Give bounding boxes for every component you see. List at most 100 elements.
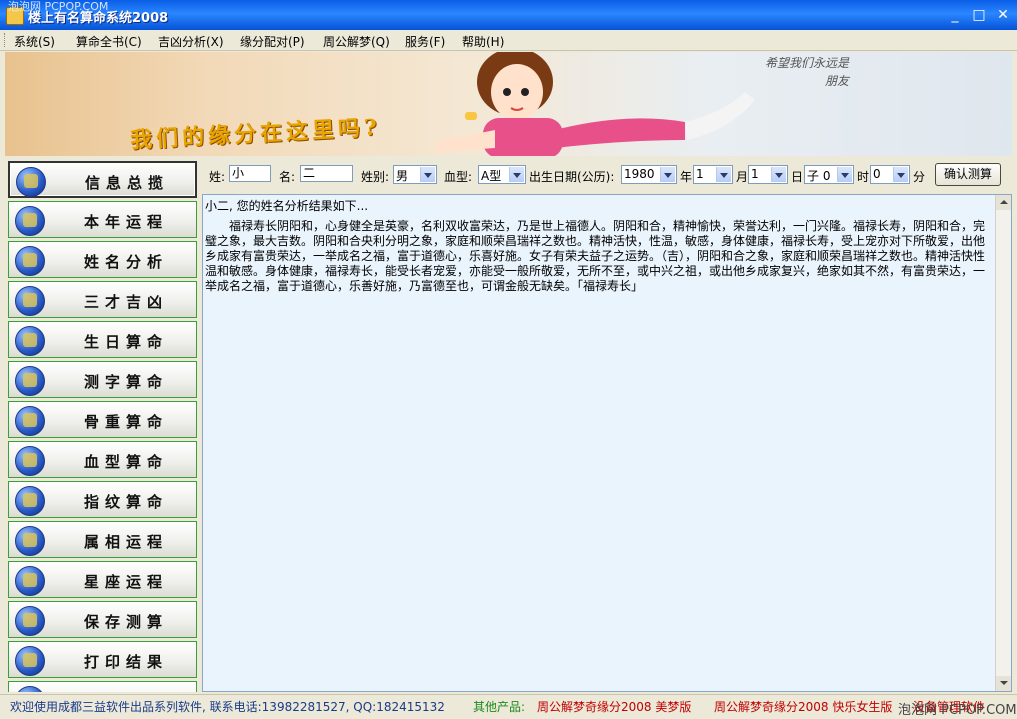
banner-line2: 朋友	[825, 74, 850, 88]
banner-line1: 希望我们永远是	[765, 56, 850, 70]
input-form: 姓: 小 名: 二 姓别: 男 血型: A型 出生日期(公历): 1980 年 …	[203, 160, 1012, 192]
nav-fingerprint[interactable]: 指纹算命	[8, 481, 197, 518]
title-bar: 楼上有名算命系统2008 泡泡网 PCPOP.COM _ □ ✕	[0, 0, 1017, 30]
eye-icon	[15, 206, 45, 236]
close-icon[interactable]: ✕	[994, 6, 1012, 24]
nav-blood-type[interactable]: 血型算命	[8, 441, 197, 478]
menu-bar: 系统(S) 算命全书(C) 吉凶分析(X) 缘分配对(P) 周公解梦(Q) 服务…	[0, 30, 1017, 51]
nav-bone-weight[interactable]: 骨重算命	[8, 401, 197, 438]
sidebar: 信息总揽 本年运程 姓名分析 三才吉凶 生日算命 测字算命 骨重算命 血型算命 …	[5, 157, 200, 692]
surname-input[interactable]: 小	[229, 165, 271, 182]
printer-icon	[15, 646, 45, 676]
vertical-scrollbar[interactable]	[995, 195, 1011, 691]
status-bar: 欢迎使用成都三益软件出品系列软件, 联系电话:13982281527, QQ:1…	[0, 694, 1017, 719]
hour-unit: 时	[857, 170, 870, 184]
status-other-label: 其他产品:	[473, 700, 526, 714]
month-select[interactable]: 1	[693, 165, 733, 184]
confirm-button[interactable]: 确认测算	[935, 163, 1001, 186]
chevron-down-icon	[771, 167, 786, 182]
menu-luck[interactable]: 吉凶分析(X)	[158, 33, 224, 50]
blood-label: 血型:	[444, 170, 473, 184]
nav-label: 测字算命	[84, 373, 169, 391]
surname-label: 姓:	[209, 170, 226, 184]
overview-icon	[16, 167, 46, 197]
nav-print[interactable]: 打印结果	[8, 641, 197, 678]
document-icon	[15, 246, 45, 276]
menu-book[interactable]: 算命全书(C)	[76, 33, 142, 50]
year-unit: 年	[680, 170, 693, 184]
banner-slogan: 我们的缘分在这里吗?	[129, 114, 382, 154]
menu-service[interactable]: 服务(F)	[405, 33, 445, 50]
month-unit: 月	[736, 170, 749, 184]
nav-label: 血型算命	[84, 453, 169, 471]
year-value: 1980	[624, 167, 655, 181]
scroll-down-icon[interactable]	[996, 676, 1011, 691]
minute-select[interactable]: 0	[870, 165, 910, 184]
bone-icon	[15, 406, 45, 436]
status-welcome: 欢迎使用成都三益软件出品系列软件, 联系电话:13982281527, QQ:1…	[10, 700, 445, 714]
character-icon	[15, 366, 45, 396]
gender-value: 男	[396, 169, 409, 183]
status-product-link-2[interactable]: 周公解梦奇缘分2008 快乐女生版	[714, 698, 892, 715]
day-unit: 日	[791, 170, 804, 184]
hour-value: 子 0	[807, 169, 831, 183]
nav-label: 保存测算	[84, 613, 169, 631]
menu-grip	[4, 33, 8, 47]
minimize-icon[interactable]: _	[946, 6, 964, 24]
stone-icon	[15, 286, 45, 316]
nav-constellation[interactable]: 星座运程	[8, 561, 197, 598]
name-input[interactable]: 二	[300, 165, 353, 182]
nav-save[interactable]: 保存测算	[8, 601, 197, 638]
scroll-up-icon[interactable]	[996, 195, 1011, 210]
year-select[interactable]: 1980	[621, 165, 677, 184]
nav-zodiac-animal[interactable]: 属相运程	[8, 521, 197, 558]
nav-label: 本年运程	[84, 213, 169, 231]
nav-three-talents[interactable]: 三才吉凶	[8, 281, 197, 318]
star-icon	[15, 486, 45, 516]
day-select[interactable]: 1	[748, 165, 788, 184]
maximize-icon[interactable]: □	[970, 6, 988, 24]
nav-info-overview[interactable]: 信息总揽	[8, 161, 197, 198]
chevron-down-icon	[660, 167, 675, 182]
nav-more[interactable]	[8, 681, 197, 692]
status-watermark: 泡泡网 PCPOP.COM	[898, 703, 1017, 718]
blood-value: A型	[481, 169, 502, 183]
result-heading: 小二, 您的姓名分析结果如下...	[205, 199, 369, 213]
minute-value: 0	[873, 167, 881, 181]
more-icon	[15, 686, 45, 692]
nav-label: 信息总揽	[85, 174, 170, 192]
nav-yearly-fortune[interactable]: 本年运程	[8, 201, 197, 238]
chevron-down-icon	[716, 167, 731, 182]
minute-unit: 分	[913, 170, 926, 184]
menu-dream[interactable]: 周公解梦(Q)	[323, 33, 390, 50]
nav-label: 星座运程	[84, 573, 169, 591]
gender-label: 姓别:	[361, 170, 390, 184]
birth-label: 出生日期(公历):	[529, 170, 615, 184]
menu-match[interactable]: 缘分配对(P)	[240, 33, 305, 50]
blood-select[interactable]: A型	[478, 165, 526, 184]
constellation-icon	[15, 566, 45, 596]
gender-select[interactable]: 男	[393, 165, 437, 184]
status-product-link-1[interactable]: 周公解梦奇缘分2008 美梦版	[537, 698, 691, 715]
menu-help[interactable]: 帮助(H)	[462, 33, 504, 50]
hour-select[interactable]: 子 0	[804, 165, 854, 184]
day-value: 1	[751, 167, 759, 181]
birthday-icon	[15, 326, 45, 356]
menu-system[interactable]: 系统(S)	[14, 33, 55, 50]
watermark: 泡泡网 PCPOP.COM	[8, 0, 109, 13]
nav-label: 姓名分析	[84, 253, 169, 271]
nav-name-analysis[interactable]: 姓名分析	[8, 241, 197, 278]
nav-label: 属相运程	[84, 533, 169, 551]
nav-label: 生日算命	[84, 333, 169, 351]
chevron-down-icon	[837, 167, 852, 182]
name-label: 名:	[279, 170, 296, 184]
chevron-down-icon	[509, 167, 524, 182]
folder-icon	[15, 606, 45, 636]
result-textarea[interactable]: 小二, 您的姓名分析结果如下... 福禄寿长阴阳和，心身健全是英豪，名利双收富荣…	[202, 194, 1012, 692]
nav-birthday[interactable]: 生日算命	[8, 321, 197, 358]
nav-character[interactable]: 测字算命	[8, 361, 197, 398]
nav-label: 骨重算命	[84, 413, 169, 431]
zodiac-animal-icon	[15, 526, 45, 556]
blood-icon	[15, 446, 45, 476]
girl-illustration	[435, 52, 755, 156]
